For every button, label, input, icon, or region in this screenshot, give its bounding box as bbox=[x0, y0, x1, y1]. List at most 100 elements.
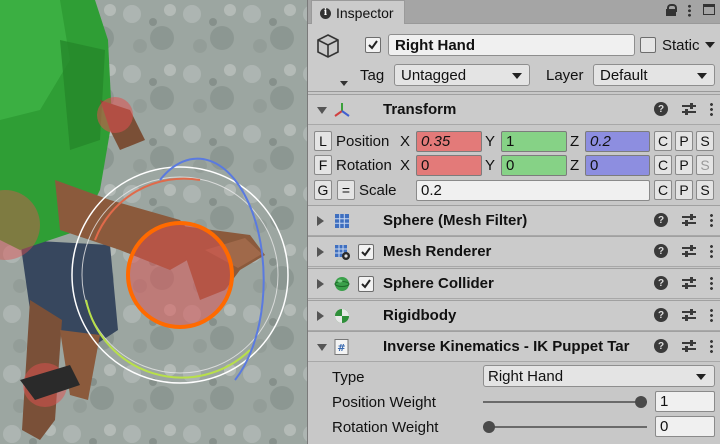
snap-button[interactable]: S bbox=[696, 180, 714, 200]
active-checkbox[interactable] bbox=[365, 37, 381, 53]
layer-dropdown[interactable]: Default bbox=[593, 64, 715, 86]
preset-icon[interactable] bbox=[682, 276, 696, 290]
help-icon[interactable]: ? bbox=[654, 308, 668, 322]
script-icon: # bbox=[334, 339, 349, 355]
cube-icon[interactable] bbox=[316, 33, 340, 59]
component-mesh-renderer[interactable]: Mesh Renderer ? bbox=[308, 236, 720, 267]
rotation-weight-label: Rotation Weight bbox=[332, 419, 439, 436]
rotation-weight-slider[interactable] bbox=[483, 420, 647, 434]
kebab-menu-icon[interactable] bbox=[688, 4, 691, 17]
rotation-label: Rotation bbox=[336, 157, 392, 174]
foldout-arrow-icon[interactable] bbox=[317, 279, 324, 289]
x-axis-label: X bbox=[400, 133, 411, 150]
scene-view[interactable] bbox=[0, 0, 307, 444]
window-icon[interactable] bbox=[703, 4, 715, 15]
slider-thumb[interactable] bbox=[483, 421, 495, 433]
x-axis-label: X bbox=[400, 157, 411, 174]
snap-button: S bbox=[696, 155, 714, 175]
tab-inspector-label: Inspector bbox=[336, 5, 394, 21]
kebab-menu-icon[interactable] bbox=[710, 276, 713, 290]
z-axis-label: Z bbox=[570, 133, 580, 150]
scale-global-button[interactable]: G bbox=[314, 180, 332, 200]
mesh-renderer-icon bbox=[335, 245, 350, 260]
tab-inspector[interactable]: i Inspector bbox=[311, 0, 405, 25]
rotation-row: F Rotation X 0 Y 0 Z 0 C P S bbox=[308, 153, 720, 177]
foldout-arrow-icon[interactable] bbox=[317, 107, 327, 114]
rotation-z-field[interactable]: 0 bbox=[585, 155, 650, 176]
position-y-field[interactable]: 1 bbox=[501, 131, 567, 152]
foldout-arrow-icon[interactable] bbox=[317, 247, 324, 257]
help-icon[interactable]: ? bbox=[654, 276, 668, 290]
info-icon: i bbox=[320, 7, 331, 19]
paste-button[interactable]: P bbox=[675, 180, 693, 200]
lock-icon[interactable] bbox=[666, 4, 677, 16]
position-weight-field[interactable]: 1 bbox=[655, 391, 715, 412]
component-rigidbody[interactable]: Rigidbody ? bbox=[308, 300, 720, 331]
chevron-down-icon bbox=[697, 73, 707, 79]
help-icon[interactable]: ? bbox=[654, 339, 668, 353]
rigidbody-icon bbox=[335, 309, 349, 323]
preset-icon[interactable] bbox=[682, 244, 696, 258]
type-dropdown[interactable]: Right Hand bbox=[483, 365, 715, 387]
static-label: Static bbox=[662, 37, 700, 54]
kebab-menu-icon[interactable] bbox=[710, 102, 713, 116]
type-value: Right Hand bbox=[488, 368, 564, 385]
preset-icon[interactable] bbox=[682, 102, 696, 116]
icon-dropdown-caret[interactable] bbox=[340, 81, 348, 86]
layer-value: Default bbox=[600, 67, 648, 84]
paste-button[interactable]: P bbox=[675, 131, 693, 151]
component-title: Rigidbody bbox=[383, 307, 457, 324]
copy-button[interactable]: C bbox=[654, 131, 672, 151]
rotation-weight-field[interactable]: 0 bbox=[655, 416, 715, 437]
name-field[interactable]: Right Hand bbox=[388, 34, 635, 56]
preset-icon[interactable] bbox=[682, 308, 696, 322]
help-icon[interactable]: ? bbox=[654, 213, 668, 227]
sphere-collider-enabled-checkbox[interactable] bbox=[358, 276, 374, 292]
help-icon[interactable]: ? bbox=[654, 244, 668, 258]
component-transform[interactable]: Transform ? bbox=[308, 94, 720, 125]
foldout-arrow-icon[interactable] bbox=[317, 216, 324, 226]
position-weight-label: Position Weight bbox=[332, 394, 436, 411]
mesh-renderer-enabled-checkbox[interactable] bbox=[358, 244, 374, 260]
z-axis-label: Z bbox=[570, 157, 580, 174]
copy-button[interactable]: C bbox=[654, 155, 672, 175]
mesh-grid-icon bbox=[335, 214, 349, 228]
scale-field[interactable]: 0.2 bbox=[416, 180, 650, 201]
preset-icon[interactable] bbox=[682, 339, 696, 353]
kebab-menu-icon[interactable] bbox=[710, 308, 713, 322]
rotation-frame-button[interactable]: F bbox=[314, 155, 332, 175]
rotation-x-field[interactable]: 0 bbox=[416, 155, 482, 176]
component-sphere-collider[interactable]: Sphere Collider ? bbox=[308, 268, 720, 299]
kebab-menu-icon[interactable] bbox=[710, 213, 713, 227]
tag-value: Untagged bbox=[401, 67, 467, 84]
slider-thumb[interactable] bbox=[635, 396, 647, 408]
scale-label: Scale bbox=[359, 182, 397, 199]
position-z-field[interactable]: 0.2 bbox=[585, 131, 650, 152]
snap-button[interactable]: S bbox=[696, 131, 714, 151]
component-inverse-kinematics[interactable]: # Inverse Kinematics - IK Puppet Tar ? bbox=[308, 331, 720, 362]
tag-dropdown[interactable]: Untagged bbox=[394, 64, 530, 86]
copy-button[interactable]: C bbox=[654, 180, 672, 200]
scale-row: G = Scale 0.2 C P S bbox=[308, 178, 720, 202]
static-dropdown-caret[interactable] bbox=[705, 42, 715, 48]
component-mesh-filter[interactable]: Sphere (Mesh Filter) ? bbox=[308, 205, 720, 236]
static-checkbox[interactable] bbox=[640, 37, 656, 53]
position-local-button[interactable]: L bbox=[314, 131, 332, 151]
foldout-arrow-icon[interactable] bbox=[317, 311, 324, 321]
kebab-menu-icon[interactable] bbox=[710, 244, 713, 258]
preset-icon[interactable] bbox=[682, 213, 696, 227]
foldout-arrow-icon[interactable] bbox=[317, 344, 327, 351]
transform-axes-icon bbox=[334, 103, 350, 117]
slider-track bbox=[483, 426, 647, 428]
uniform-scale-button[interactable]: = bbox=[337, 180, 355, 200]
type-label: Type bbox=[332, 369, 365, 386]
sphere-collider-icon bbox=[334, 277, 350, 291]
component-title: Sphere (Mesh Filter) bbox=[383, 212, 528, 229]
help-icon[interactable]: ? bbox=[654, 102, 668, 116]
paste-button[interactable]: P bbox=[675, 155, 693, 175]
position-weight-slider[interactable] bbox=[483, 395, 647, 409]
y-axis-label: Y bbox=[485, 133, 496, 150]
kebab-menu-icon[interactable] bbox=[710, 339, 713, 353]
position-x-field[interactable]: 0.35 bbox=[416, 131, 482, 152]
rotation-y-field[interactable]: 0 bbox=[501, 155, 567, 176]
